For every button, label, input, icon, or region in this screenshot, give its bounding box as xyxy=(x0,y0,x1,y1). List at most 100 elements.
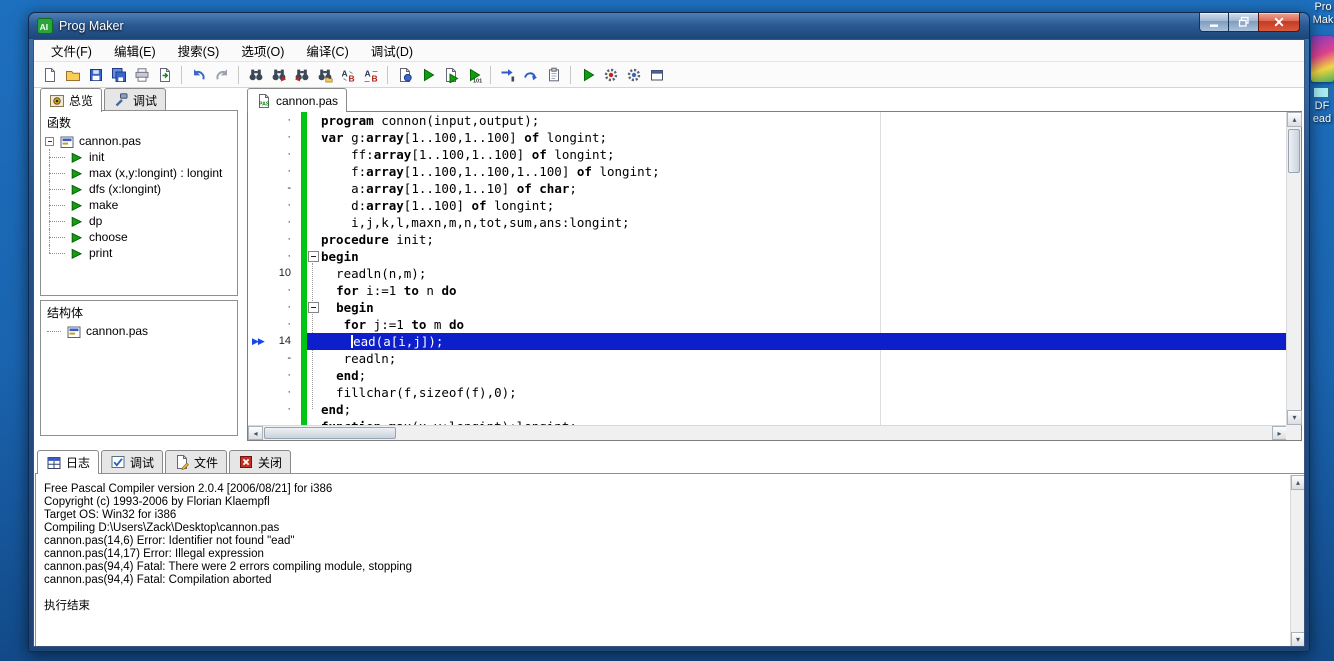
desktop-icon-label[interactable]: DF ead xyxy=(1309,100,1334,126)
open-file-button[interactable] xyxy=(61,64,84,86)
menu-item-debug[interactable]: 调试(D) xyxy=(360,40,424,63)
save-all-button[interactable] xyxy=(107,64,130,86)
function-item[interactable]: max (x,y:longint) : longint xyxy=(41,165,237,181)
function-item[interactable]: dfs (x:longint) xyxy=(41,181,237,197)
gutter-cell[interactable]: · xyxy=(248,146,301,163)
add-watch-button[interactable] xyxy=(542,64,565,86)
gutter-cell[interactable]: · xyxy=(248,367,301,384)
desktop-app-icon[interactable] xyxy=(1311,36,1334,82)
replace-button[interactable]: AB xyxy=(336,64,359,86)
code-line[interactable]: · end; xyxy=(248,401,1286,418)
menu-item-options[interactable]: 选项(O) xyxy=(230,40,295,63)
gutter-cell[interactable]: · xyxy=(248,282,301,299)
save-file-button[interactable] xyxy=(84,64,107,86)
titlebar[interactable]: AI Prog Maker xyxy=(29,13,1309,39)
code-line[interactable]: · for j:=1 to m do xyxy=(248,316,1286,333)
scroll-right-button[interactable]: ▸ xyxy=(1272,426,1287,440)
gutter-cell[interactable]: · xyxy=(248,316,301,333)
menu-item-file[interactable]: 文件(F) xyxy=(40,40,103,63)
replace-all-button[interactable]: AB xyxy=(359,64,382,86)
code-line[interactable]: · f:array[1..100,1..100,1..100] of longi… xyxy=(248,163,1286,180)
close-button[interactable] xyxy=(1258,13,1300,32)
compile-and-run-button[interactable] xyxy=(439,64,462,86)
function-item[interactable]: make xyxy=(41,197,237,213)
print-button[interactable] xyxy=(130,64,153,86)
gutter-cell[interactable]: · xyxy=(248,401,301,418)
desktop-icon[interactable] xyxy=(1313,87,1329,98)
step-into-button[interactable] xyxy=(496,64,519,86)
find-button[interactable] xyxy=(244,64,267,86)
find-in-files-button[interactable] xyxy=(313,64,336,86)
redo-button[interactable] xyxy=(210,64,233,86)
output-tab-close[interactable]: 关闭 xyxy=(229,450,292,473)
code-line[interactable]: · procedure init; xyxy=(248,231,1286,248)
compile-button[interactable] xyxy=(393,64,416,86)
stop-button[interactable] xyxy=(622,64,645,86)
tab-cannon-pas[interactable]: PAS cannon.pas xyxy=(247,88,348,112)
code-line[interactable]: · begin xyxy=(248,299,1286,316)
build-all-button[interactable]: 101 xyxy=(462,64,485,86)
scroll-thumb[interactable] xyxy=(1288,129,1300,173)
new-file-button[interactable] xyxy=(38,64,61,86)
tab-debug[interactable]: 调试 xyxy=(104,88,167,111)
gutter-cell[interactable]: · xyxy=(248,214,301,231)
function-item[interactable]: dp xyxy=(41,213,237,229)
code-line[interactable]: · for i:=1 to n do xyxy=(248,282,1286,299)
code-line[interactable]: - readln; xyxy=(248,350,1286,367)
run-button[interactable] xyxy=(416,64,439,86)
output-tab-debug[interactable]: 调试 xyxy=(101,450,164,473)
function-item[interactable]: choose xyxy=(41,229,237,245)
scroll-down-button[interactable]: ▾ xyxy=(1287,410,1302,425)
fold-toggle[interactable] xyxy=(308,302,319,313)
code-line[interactable]: - a:array[1..100,1..10] of char; xyxy=(248,180,1286,197)
find-next-button[interactable] xyxy=(267,64,290,86)
code-line[interactable]: · begin xyxy=(248,248,1286,265)
code-line[interactable]: · ff:array[1..100,1..100] of longint; xyxy=(248,146,1286,163)
structs-root[interactable]: cannon.pas xyxy=(41,323,237,339)
code-line[interactable]: · program connon(input,output); xyxy=(248,112,1286,129)
gutter-cell[interactable]: · xyxy=(248,231,301,248)
export-button[interactable] xyxy=(153,64,176,86)
code-line[interactable]: 10 readln(n,m); xyxy=(248,265,1286,282)
menu-item-search[interactable]: 搜索(S) xyxy=(167,40,231,63)
gutter-cell[interactable]: · xyxy=(248,129,301,146)
code-line[interactable]: · i,j,k,l,maxn,m,n,tot,sum,ans:longint; xyxy=(248,214,1286,231)
editor-vscrollbar[interactable]: ▴ ▾ xyxy=(1286,112,1302,425)
scroll-down-button[interactable]: ▾ xyxy=(1291,632,1304,646)
profile-button[interactable] xyxy=(599,64,622,86)
code-line[interactable]: · end; xyxy=(248,367,1286,384)
view-windows-button[interactable] xyxy=(645,64,668,86)
gutter-cell[interactable]: 10 xyxy=(248,265,301,282)
minimize-button[interactable] xyxy=(1199,13,1229,32)
gutter-cell[interactable]: · xyxy=(248,112,301,129)
output-tab-files[interactable]: 文件 xyxy=(165,450,228,473)
function-item[interactable]: init xyxy=(41,149,237,165)
code-line[interactable]: · fillchar(f,sizeof(f),0); xyxy=(248,384,1286,401)
menu-item-compile[interactable]: 编译(C) xyxy=(295,40,359,63)
code-line[interactable]: 14 ▶▶ ead(a[i,j]); xyxy=(248,333,1286,350)
functions-root[interactable]: cannon.pas xyxy=(41,133,237,149)
tab-overview[interactable]: 总览 xyxy=(40,88,103,112)
gutter-cell[interactable]: · xyxy=(248,299,301,316)
desktop-icon-label[interactable]: Pro Mak xyxy=(1310,1,1334,27)
function-item[interactable]: print xyxy=(41,245,237,261)
gutter-cell[interactable]: · xyxy=(248,248,301,265)
gutter-cell[interactable]: - xyxy=(248,180,301,197)
output-tab-log[interactable]: 日志 xyxy=(37,450,100,474)
editor-hscrollbar[interactable]: ◂ ▸ xyxy=(248,425,1287,440)
gutter-cell[interactable]: - xyxy=(248,350,301,367)
find-previous-button[interactable] xyxy=(290,64,313,86)
code-line[interactable]: · function max(x,y:longint):longint; xyxy=(248,418,1286,425)
gutter-cell[interactable]: · xyxy=(248,418,301,425)
menu-item-edit[interactable]: 编辑(E) xyxy=(103,40,167,63)
maximize-button[interactable] xyxy=(1229,13,1258,32)
scroll-left-button[interactable]: ◂ xyxy=(248,426,263,440)
collapse-toggle[interactable] xyxy=(45,136,54,146)
undo-button[interactable] xyxy=(187,64,210,86)
step-over-button[interactable] xyxy=(519,64,542,86)
gutter-cell[interactable]: · xyxy=(248,163,301,180)
code-line[interactable]: · d:array[1..100] of longint; xyxy=(248,197,1286,214)
code-area[interactable]: · program connon(input,output); · var g:arr… xyxy=(248,112,1286,425)
scroll-up-button[interactable]: ▴ xyxy=(1287,112,1302,127)
gutter-cell[interactable]: · xyxy=(248,384,301,401)
